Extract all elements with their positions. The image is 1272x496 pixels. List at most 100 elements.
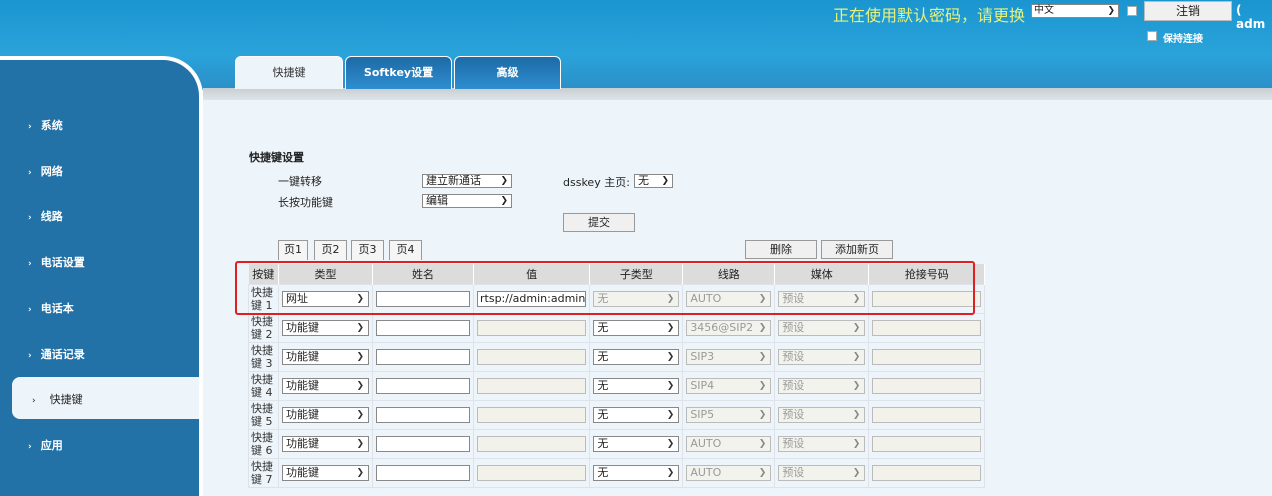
name-input[interactable] xyxy=(376,406,470,423)
sidebar-item-lines[interactable]: › 线路 xyxy=(28,208,63,224)
type-select[interactable]: 功能键 ❯ xyxy=(282,377,369,394)
line-select[interactable]: SIP3 ❯ xyxy=(686,348,772,365)
logout-button[interactable]: 注销 xyxy=(1144,1,1232,21)
chevron-right-icon: › xyxy=(28,168,32,178)
chevron-right-icon: › xyxy=(28,351,32,361)
chevron-down-icon: ❯ xyxy=(356,438,364,449)
chevron-right-icon: › xyxy=(32,396,36,406)
subtype-select[interactable]: 无 ❯ xyxy=(593,319,680,336)
name-input[interactable] xyxy=(376,348,470,365)
delete-button[interactable]: 删除 xyxy=(745,240,817,259)
col-value: 值 xyxy=(473,264,591,284)
line-select[interactable]: AUTO ❯ xyxy=(686,435,772,452)
value-input[interactable] xyxy=(477,435,587,452)
chevron-down-icon: ❯ xyxy=(758,409,767,420)
dsskey-home-select[interactable]: 无 ❯ xyxy=(634,174,673,188)
line-select[interactable]: 3456@SIP2 ❯ xyxy=(686,319,772,336)
chevron-down-icon: ❯ xyxy=(666,467,675,478)
chevron-down-icon: ❯ xyxy=(758,467,767,478)
value-input[interactable] xyxy=(477,406,587,423)
long-press-select[interactable]: 编辑 ❯ xyxy=(422,194,512,208)
chevron-down-icon: ❯ xyxy=(356,467,364,478)
default-password-warning: 正在使用默认密码，请更换 xyxy=(833,6,1026,25)
type-select[interactable]: 网址 ❯ xyxy=(282,290,369,307)
subtype-select[interactable]: 无 ❯ xyxy=(593,435,680,452)
sidebar-item-dsskey[interactable]: › 快捷键 xyxy=(12,377,199,419)
chevron-down-icon: ❯ xyxy=(666,380,675,391)
media-select[interactable]: 预设 ❯ xyxy=(778,290,866,307)
type-select[interactable]: 功能键 ❯ xyxy=(282,406,369,423)
line-select[interactable]: AUTO ❯ xyxy=(686,464,772,481)
page-2-tab[interactable]: 页2 xyxy=(314,240,347,260)
line-select[interactable]: AUTO ❯ xyxy=(686,290,772,307)
checkbox[interactable] xyxy=(1127,6,1137,16)
page-4-tab[interactable]: 页4 xyxy=(389,240,422,260)
value-input[interactable]: rtsp://admin:admin xyxy=(477,290,587,307)
value-input[interactable] xyxy=(477,348,587,365)
dsskey-home-label: dsskey 主页: xyxy=(563,176,630,189)
submit-button[interactable]: 提交 xyxy=(563,213,635,232)
sidebar-item-system[interactable]: › 系统 xyxy=(28,117,63,133)
type-select[interactable]: 功能键 ❯ xyxy=(282,464,369,481)
value-input[interactable] xyxy=(477,377,587,394)
value-input[interactable] xyxy=(477,319,587,336)
pickup-input[interactable] xyxy=(872,406,982,423)
keep-connected-label: 保持连接 xyxy=(1163,34,1203,45)
name-input[interactable] xyxy=(376,464,470,481)
sidebar-item-network[interactable]: › 网络 xyxy=(28,163,63,179)
chevron-down-icon: ❯ xyxy=(356,380,364,391)
sidebar-item-apps[interactable]: › 应用 xyxy=(28,437,63,453)
key-label: 快捷键 4 xyxy=(248,370,279,401)
name-input[interactable] xyxy=(376,377,470,394)
chevron-down-icon: ❯ xyxy=(356,409,364,420)
subtype-select[interactable]: 无 ❯ xyxy=(593,464,680,481)
pickup-input[interactable] xyxy=(872,377,982,394)
line-select[interactable]: SIP4 ❯ xyxy=(686,377,772,394)
media-select[interactable]: 预设 ❯ xyxy=(778,464,866,481)
media-select[interactable]: 预设 ❯ xyxy=(778,406,866,423)
language-select[interactable]: 中文 ❯ xyxy=(1031,4,1119,18)
subtype-select[interactable]: 无 ❯ xyxy=(593,348,680,365)
tab-dsskey[interactable]: 快捷键 xyxy=(235,56,343,89)
keep-connected-checkbox[interactable] xyxy=(1147,31,1157,41)
chevron-down-icon: ❯ xyxy=(666,351,675,362)
key-label: 快捷键 5 xyxy=(248,399,279,430)
media-select[interactable]: 预设 ❯ xyxy=(778,319,866,336)
chevron-down-icon: ❯ xyxy=(852,293,861,304)
col-subtype: 子类型 xyxy=(589,264,684,284)
transfer-select[interactable]: 建立新通话 ❯ xyxy=(422,174,512,188)
subtype-select[interactable]: 无 ❯ xyxy=(593,377,680,394)
add-page-button[interactable]: 添加新页 xyxy=(821,240,893,259)
media-select[interactable]: 预设 ❯ xyxy=(778,348,866,365)
media-select[interactable]: 预设 ❯ xyxy=(778,435,866,452)
pickup-input[interactable] xyxy=(872,319,982,336)
chevron-down-icon: ❯ xyxy=(758,380,767,391)
type-select[interactable]: 功能键 ❯ xyxy=(282,319,369,336)
sidebar-item-phone-settings[interactable]: › 电话设置 xyxy=(28,254,85,270)
value-input[interactable] xyxy=(477,464,587,481)
pickup-input[interactable] xyxy=(872,290,982,307)
pickup-input[interactable] xyxy=(872,348,982,365)
table-row: 快捷键 6 功能键 ❯ 无 ❯ AUTO ❯ 预设 ❯ xyxy=(248,428,986,459)
page-3-tab[interactable]: 页3 xyxy=(351,240,384,260)
col-name: 姓名 xyxy=(372,264,474,284)
type-select[interactable]: 功能键 ❯ xyxy=(282,435,369,452)
page-1-tab[interactable]: 页1 xyxy=(278,240,308,260)
sidebar-item-phonebook[interactable]: › 电话本 xyxy=(28,300,74,316)
chevron-down-icon: ❯ xyxy=(852,467,861,478)
name-input[interactable] xyxy=(376,319,470,336)
line-select[interactable]: SIP5 ❯ xyxy=(686,406,772,423)
name-input[interactable] xyxy=(376,435,470,452)
sidebar-item-call-log[interactable]: › 通话记录 xyxy=(28,346,85,362)
subtype-select[interactable]: 无 ❯ xyxy=(593,406,680,423)
media-select[interactable]: 预设 ❯ xyxy=(778,377,866,394)
pickup-input[interactable] xyxy=(872,435,982,452)
tab-softkey[interactable]: Softkey设置 xyxy=(345,56,452,89)
pickup-input[interactable] xyxy=(872,464,982,481)
col-media: 媒体 xyxy=(774,264,870,284)
type-select[interactable]: 功能键 ❯ xyxy=(282,348,369,365)
tab-advanced[interactable]: 高级 xyxy=(454,56,561,89)
name-input[interactable] xyxy=(376,290,470,307)
subtype-select[interactable]: 无 ❯ xyxy=(593,290,680,307)
chevron-down-icon: ❯ xyxy=(500,196,508,206)
